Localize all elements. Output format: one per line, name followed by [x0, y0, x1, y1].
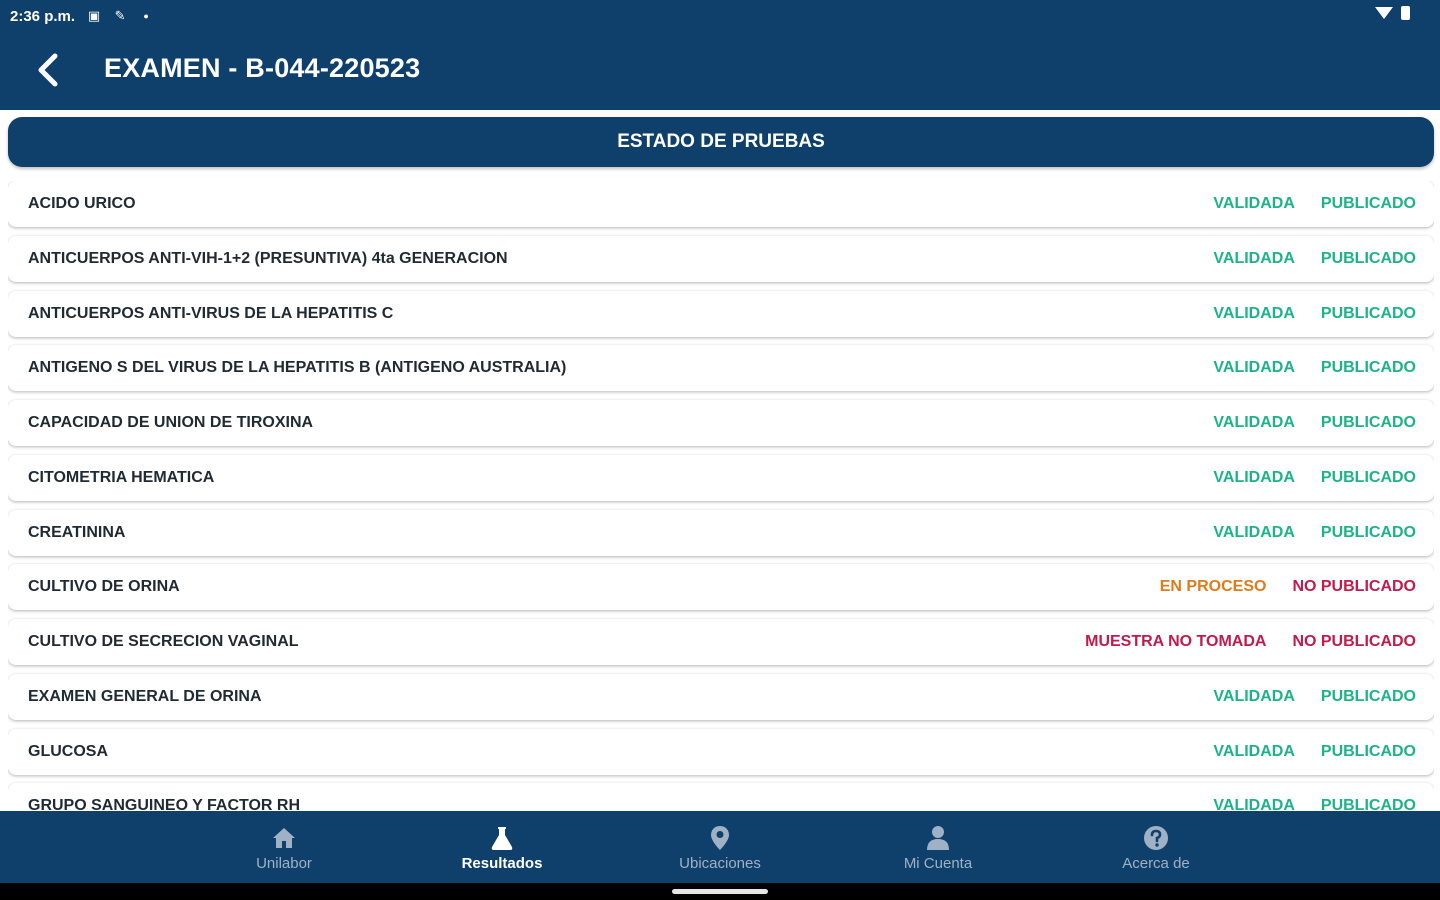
nav-label: Mi Cuenta	[903, 854, 973, 872]
test-row[interactable]: ACIDO URICO VALIDADA PUBLICADO	[8, 181, 1434, 227]
publication-status: PUBLICADO	[1320, 468, 1416, 486]
back-button[interactable]	[28, 50, 68, 90]
system-navigation-bar	[0, 883, 1440, 900]
test-name: ANTIGENO S DEL VIRUS DE LA HEPATITIS B (…	[28, 359, 567, 377]
test-row[interactable]: GLUCOSA VALIDADA PUBLICADO	[8, 728, 1434, 775]
status-time: 2:36 p.m.	[10, 7, 76, 25]
test-status: VALIDADA	[1213, 359, 1295, 377]
test-status: MUESTRA NO TOMADA	[1085, 633, 1267, 650]
nav-item-mi-cuenta[interactable]: Mi Cuenta	[829, 811, 1047, 883]
location-pin-icon	[706, 823, 734, 853]
test-status: VALIDADA	[1213, 687, 1295, 705]
publication-status: PUBLICADO	[1320, 249, 1416, 267]
test-row[interactable]: CULTIVO DE ORINA EN PROCESO NO PUBLICADO	[8, 564, 1434, 611]
status-bar: 2:36 p.m. ▣ ✎ ●	[10, 6, 153, 26]
test-row[interactable]: ANTICUERPOS ANTI-VIRUS DE LA HEPATITIS C…	[8, 290, 1434, 337]
publication-status: PUBLICADO	[1320, 414, 1416, 431]
nav-label: Unilabor	[256, 854, 312, 872]
test-name: GLUCOSA	[28, 742, 108, 760]
publication-status: PUBLICADO	[1320, 304, 1416, 322]
test-name: ACIDO URICO	[28, 195, 136, 212]
test-status: EN PROCESO	[1159, 578, 1267, 596]
test-row[interactable]: CITOMETRIA HEMATICA VALIDADA PUBLICADO	[8, 454, 1434, 501]
test-status: VALIDADA	[1213, 249, 1295, 267]
test-name: ANTICUERPOS ANTI-VIRUS DE LA HEPATITIS C	[28, 304, 394, 322]
test-row[interactable]: CREATININA VALIDADA PUBLICADO	[8, 509, 1434, 556]
publication-status: PUBLICADO	[1320, 797, 1416, 811]
wifi-icon	[1375, 7, 1393, 19]
test-status: VALIDADA	[1213, 414, 1295, 431]
nav-label: Acerca de	[1122, 854, 1190, 872]
battery-icon	[1401, 6, 1410, 20]
bottom-navigation: Unilabor Resultados Ubicaciones Mi Cuenta Ac…	[0, 811, 1440, 883]
nav-item-resultados[interactable]: Resultados	[393, 811, 611, 883]
test-name: CULTIVO DE SECRECION VAGINAL	[28, 633, 299, 650]
publication-status: PUBLICADO	[1320, 359, 1416, 377]
test-row[interactable]: EXAMEN GENERAL DE ORINA VALIDADA PUBLICADO	[8, 673, 1434, 720]
page-title: EXAMEN - B-044-220523	[104, 53, 421, 83]
publication-status: PUBLICADO	[1320, 523, 1416, 541]
test-name: GRUPO SANGUINEO Y FACTOR RH	[28, 797, 301, 811]
pen-icon: ✎	[114, 8, 126, 23]
test-name: CITOMETRIA HEMATICA	[28, 468, 215, 486]
test-list: ACIDO URICO VALIDADA PUBLICADO ANTICUERPOS …	[8, 181, 1434, 811]
chevron-left-icon	[38, 53, 58, 87]
test-name: CAPACIDAD DE UNION DE TIROXINA	[28, 414, 314, 431]
user-icon	[924, 823, 952, 853]
app-header: 2:36 p.m. ▣ ✎ ● EXAMEN - B-044-220523	[0, 0, 1440, 110]
nav-label: Resultados	[461, 854, 543, 872]
publication-status: NO PUBLICADO	[1292, 633, 1416, 650]
test-row[interactable]: ANTICUERPOS ANTI-VIH-1+2 (PRESUNTIVA) 4t…	[8, 235, 1434, 282]
publication-status: NO PUBLICADO	[1292, 578, 1416, 596]
test-status: VALIDADA	[1213, 797, 1295, 811]
test-name: EXAMEN GENERAL DE ORINA	[28, 687, 262, 705]
home-icon	[270, 823, 298, 853]
test-row[interactable]: CULTIVO DE SECRECION VAGINAL MUESTRA NO T…	[8, 619, 1434, 665]
nav-item-unilabor[interactable]: Unilabor	[175, 811, 393, 883]
test-status: VALIDADA	[1213, 195, 1295, 212]
nav-item-ubicaciones[interactable]: Ubicaciones	[611, 811, 829, 883]
section-title: ESTADO DE PRUEBAS	[8, 117, 1434, 167]
publication-status: PUBLICADO	[1320, 742, 1416, 760]
help-icon	[1142, 823, 1170, 853]
nav-item-acerca-de[interactable]: Acerca de	[1047, 811, 1265, 883]
publication-status: PUBLICADO	[1320, 687, 1416, 705]
home-gesture-pill[interactable]	[672, 889, 768, 894]
test-name: CREATININA	[28, 523, 126, 541]
test-name: ANTICUERPOS ANTI-VIH-1+2 (PRESUNTIVA) 4t…	[28, 249, 508, 267]
test-status: VALIDADA	[1213, 742, 1295, 760]
publication-status: PUBLICADO	[1320, 195, 1416, 212]
nav-label: Ubicaciones	[679, 854, 761, 872]
test-status: VALIDADA	[1213, 304, 1295, 322]
test-status: VALIDADA	[1213, 468, 1295, 486]
test-name: CULTIVO DE ORINA	[28, 578, 180, 596]
test-status: VALIDADA	[1213, 523, 1295, 541]
dot-icon: ●	[143, 11, 149, 21]
test-row[interactable]: GRUPO SANGUINEO Y FACTOR RH VALIDADA PUBLI…	[8, 783, 1434, 811]
sim-icon: ▣	[87, 8, 101, 23]
status-bar-right	[1375, 6, 1410, 20]
test-row[interactable]: CAPACIDAD DE UNION DE TIROXINA VALIDADA PU…	[8, 400, 1434, 446]
test-row[interactable]: ANTIGENO S DEL VIRUS DE LA HEPATITIS B (…	[8, 345, 1434, 392]
flask-icon	[488, 823, 516, 853]
